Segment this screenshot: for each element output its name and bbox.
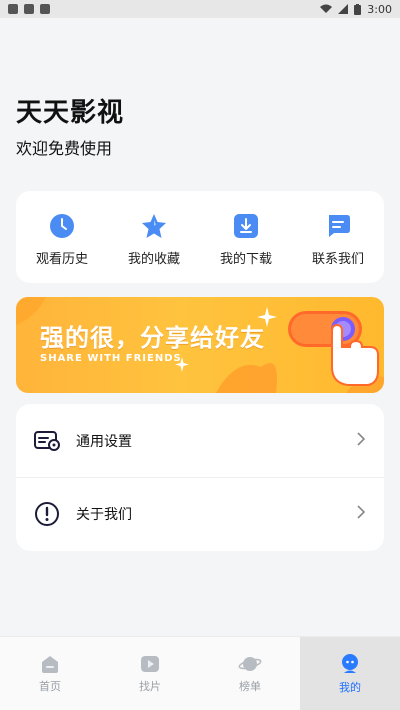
app-subtitle: 欢迎免费使用 <box>16 139 113 158</box>
info-icon <box>34 501 60 527</box>
quick-action-favorites[interactable]: 我的收藏 <box>108 212 200 267</box>
status-bar: 3:00 <box>0 0 400 18</box>
quick-actions-card: 观看历史 我的收藏 我的下载 联系我们 <box>16 191 384 283</box>
banner-subtitle: SHARE WITH FRIENDS <box>40 353 182 364</box>
clock-icon <box>48 212 76 240</box>
settings-row-label: 通用设置 <box>76 433 132 450</box>
settings-icon <box>34 428 60 454</box>
quick-action-downloads[interactable]: 我的下载 <box>200 212 292 267</box>
settings-row-general[interactable]: 通用设置 <box>16 404 384 477</box>
tab-home[interactable]: 首页 <box>0 637 100 710</box>
status-notification-icons <box>8 4 50 14</box>
settings-row-about[interactable]: 关于我们 <box>16 477 384 550</box>
planet-icon <box>238 656 262 671</box>
chevron-right-icon <box>356 431 366 451</box>
settings-list: 通用设置 关于我们 <box>16 404 384 551</box>
banner-title: 强的很，分享给好友 <box>40 324 265 352</box>
share-banner[interactable]: 强的很，分享给好友 SHARE WITH FRIENDS <box>16 297 384 393</box>
tab-discover[interactable]: 找片 <box>100 637 200 710</box>
app-title: 天天影视 <box>16 98 125 128</box>
home-icon <box>42 655 58 673</box>
notification-icon <box>24 4 34 14</box>
quick-action-label: 我的收藏 <box>127 251 180 267</box>
tab-label: 首页 <box>39 679 61 693</box>
chevron-right-icon <box>356 504 366 524</box>
tab-mine[interactable]: 我的 <box>300 637 400 710</box>
quick-action-contact[interactable]: 联系我们 <box>292 212 384 267</box>
user-icon <box>342 653 358 673</box>
signal-icon <box>338 4 349 14</box>
battery-icon <box>354 3 362 15</box>
quick-action-label: 我的下载 <box>219 251 272 267</box>
play-icon <box>141 655 159 672</box>
star-icon <box>140 212 168 240</box>
status-time: 3:00 <box>367 2 392 16</box>
bottom-tab-bar: 首页 找片 榜单 我的 <box>0 636 400 710</box>
settings-row-label: 关于我们 <box>76 507 132 523</box>
notification-icon <box>8 4 18 14</box>
quick-action-label: 观看历史 <box>35 251 88 267</box>
tab-label: 榜单 <box>239 679 261 693</box>
profile-header: 天天影视 欢迎免费使用 <box>16 92 124 159</box>
notification-icon <box>40 4 50 14</box>
tab-label: 找片 <box>139 679 161 693</box>
tab-ranking[interactable]: 榜单 <box>200 637 300 710</box>
tab-label: 我的 <box>339 680 361 694</box>
message-icon <box>324 212 352 240</box>
download-icon <box>232 212 260 240</box>
quick-action-history[interactable]: 观看历史 <box>16 212 108 267</box>
quick-action-label: 联系我们 <box>311 251 364 267</box>
wifi-icon <box>320 4 333 13</box>
